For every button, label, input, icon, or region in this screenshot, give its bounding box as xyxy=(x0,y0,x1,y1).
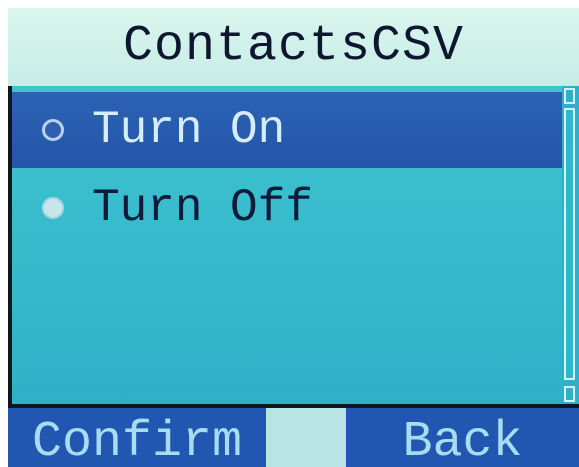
option-turn-off[interactable]: Turn Off xyxy=(12,170,562,246)
scroll-down-arrow-icon[interactable] xyxy=(564,386,575,402)
option-label: Turn Off xyxy=(92,182,313,234)
confirm-label: Confirm xyxy=(31,413,243,467)
back-softkey[interactable]: Back xyxy=(346,408,579,467)
title-bar: ContactsCSV xyxy=(8,8,579,86)
back-label: Back xyxy=(402,413,523,467)
confirm-softkey[interactable]: Confirm xyxy=(8,408,266,467)
device-screen: ContactsCSV Turn On Turn Off Confirm Bac… xyxy=(8,8,579,467)
radio-unchecked-icon xyxy=(42,119,64,141)
page-title: ContactsCSV xyxy=(122,18,465,75)
scroll-up-arrow-icon[interactable] xyxy=(564,88,575,104)
scroll-thumb[interactable] xyxy=(564,108,575,380)
softkey-bar: Confirm Back xyxy=(8,408,579,467)
options-list: Turn On Turn Off xyxy=(12,86,562,404)
scrollbar[interactable] xyxy=(562,86,579,404)
option-label: Turn On xyxy=(92,104,286,156)
option-turn-on[interactable]: Turn On xyxy=(12,92,562,168)
radio-checked-icon xyxy=(42,197,64,219)
